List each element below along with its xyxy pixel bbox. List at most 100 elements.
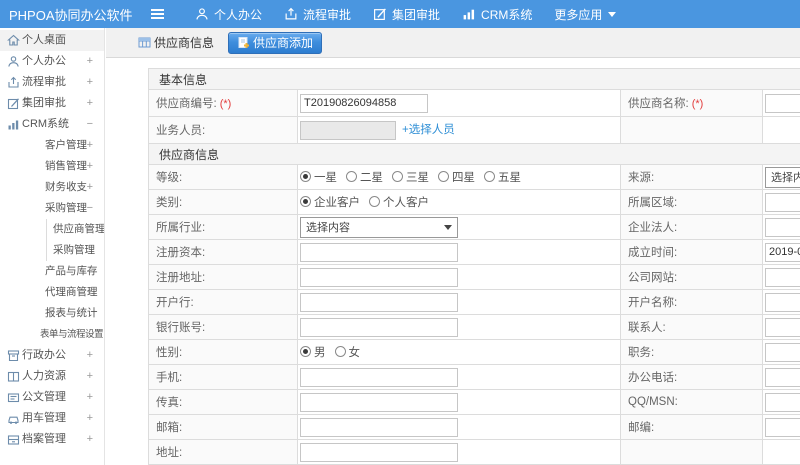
main-content: 供应商信息 供应商添加 基本信息供应商编号:(*)供应商名称:(*)业务人员:+… bbox=[106, 28, 800, 465]
topnav-item-5[interactable]: 更多应用 bbox=[543, 0, 627, 28]
founded-date-input[interactable] bbox=[765, 242, 800, 262]
account-name-input[interactable] bbox=[765, 292, 800, 312]
select-person-link[interactable]: +选择人员 bbox=[402, 124, 455, 136]
company-website-input[interactable] bbox=[765, 267, 800, 287]
radio-icon[interactable] bbox=[300, 171, 311, 183]
supplier-name-input[interactable] bbox=[765, 93, 800, 113]
expand-icon[interactable]: + bbox=[87, 345, 93, 366]
job-title-input[interactable] bbox=[765, 342, 800, 362]
form-row: 类别: 企业客户 个人客户 所属区域: bbox=[148, 189, 800, 215]
sidebar-item-label: 客户管理 bbox=[45, 139, 87, 151]
sidebar-item-客户管理[interactable]: 客户管理 + bbox=[0, 135, 104, 156]
category-option-1[interactable]: 企业客户 bbox=[300, 194, 360, 210]
menu-toggle-button[interactable] bbox=[146, 0, 168, 28]
sidebar-item-代理商管理[interactable]: 代理商管理 + bbox=[0, 282, 104, 303]
gender-option-1[interactable]: 男 bbox=[300, 344, 326, 360]
sidebar-item-个人桌面[interactable]: 个人桌面 bbox=[0, 30, 104, 51]
sidebar-item-产品与库存[interactable]: 产品与库存 + bbox=[0, 261, 104, 282]
fax-input[interactable] bbox=[300, 392, 458, 412]
registered-address-input[interactable] bbox=[300, 267, 458, 287]
sidebar-item-采购管理[interactable]: 采购管理 − bbox=[0, 198, 104, 219]
sidebar-item-流程审批[interactable]: 流程审批 + bbox=[0, 72, 104, 93]
level-option-3[interactable]: 三星 bbox=[392, 169, 429, 185]
mobile-input[interactable] bbox=[300, 367, 458, 387]
collapse-icon[interactable]: − bbox=[87, 198, 93, 219]
sidebar-item-人力资源[interactable]: 人力资源 + bbox=[0, 366, 104, 387]
sidebar-item-档案管理[interactable]: 档案管理 + bbox=[0, 429, 104, 450]
expand-icon[interactable]: + bbox=[87, 429, 93, 450]
business-person-input[interactable] bbox=[300, 120, 396, 140]
topnav-item-4[interactable]: CRM系统 bbox=[451, 0, 543, 28]
sidebar-item-个人办公[interactable]: 个人办公 + bbox=[0, 51, 104, 72]
legal-person-input[interactable] bbox=[765, 217, 800, 237]
registered-capital-input[interactable] bbox=[300, 242, 458, 262]
sidebar-item-公文管理[interactable]: 公文管理 + bbox=[0, 387, 104, 408]
sidebar-item-集团审批[interactable]: 集团审批 + bbox=[0, 93, 104, 114]
bank-branch-input[interactable] bbox=[300, 292, 458, 312]
home-icon bbox=[7, 34, 20, 47]
gender-option-label: 女 bbox=[348, 346, 361, 359]
expand-icon[interactable]: + bbox=[87, 366, 93, 387]
tab-supplier-add[interactable]: 供应商添加 bbox=[228, 31, 323, 54]
sidebar-item-label: 采购管理 bbox=[53, 244, 95, 256]
topnav-item-2[interactable]: 流程审批 bbox=[273, 0, 362, 28]
level-option-label: 五星 bbox=[498, 171, 521, 184]
radio-icon[interactable] bbox=[334, 346, 346, 358]
account-name-label: 开户名称: bbox=[628, 297, 678, 309]
radio-icon[interactable] bbox=[484, 171, 495, 183]
level-option-label: 二星 bbox=[360, 171, 383, 184]
supplier-code-input[interactable] bbox=[300, 93, 428, 113]
collapse-icon[interactable]: − bbox=[87, 114, 93, 135]
region-input[interactable] bbox=[765, 192, 800, 212]
gender-option-2[interactable]: 女 bbox=[334, 344, 361, 360]
contact-person-label-cell: 联系人: bbox=[620, 314, 763, 340]
level-option-4[interactable]: 四星 bbox=[438, 169, 475, 185]
sidebar-item-报表与统计[interactable]: 报表与统计 bbox=[0, 303, 104, 324]
bank-account-input[interactable] bbox=[300, 317, 458, 337]
industry-select[interactable]: 选择内容 bbox=[300, 216, 458, 238]
level-option-5[interactable]: 五星 bbox=[484, 169, 521, 185]
expand-icon[interactable]: + bbox=[87, 408, 93, 429]
topnav-item-1[interactable]: 个人办公 bbox=[184, 0, 273, 28]
expand-icon[interactable]: + bbox=[87, 282, 93, 303]
level-option-1[interactable]: 一星 bbox=[300, 169, 337, 185]
contact-person-input[interactable] bbox=[765, 317, 800, 337]
expand-icon[interactable]: + bbox=[87, 261, 93, 282]
sidebar-item-销售管理[interactable]: 销售管理 + bbox=[0, 156, 104, 177]
office-phone-input[interactable] bbox=[765, 367, 800, 387]
qq-msn-field-cell bbox=[761, 389, 800, 415]
radio-icon[interactable] bbox=[300, 346, 311, 358]
expand-icon[interactable]: + bbox=[87, 135, 93, 156]
radio-icon[interactable] bbox=[392, 171, 403, 183]
radio-icon[interactable] bbox=[346, 171, 357, 183]
postcode-input[interactable] bbox=[765, 417, 800, 437]
level-option-2[interactable]: 二星 bbox=[346, 169, 383, 185]
category-option-2[interactable]: 个人客户 bbox=[369, 194, 429, 210]
expand-icon[interactable]: + bbox=[87, 51, 93, 72]
sidebar-item-供应商管理[interactable]: 供应商管理 bbox=[0, 219, 104, 240]
sidebar-item-行政办公[interactable]: 行政办公 + bbox=[0, 345, 104, 366]
sidebar-item-用车管理[interactable]: 用车管理 + bbox=[0, 408, 104, 429]
topnav-label: 集团审批 bbox=[392, 7, 441, 22]
address-input[interactable] bbox=[300, 442, 458, 462]
topnav-label: 个人办公 bbox=[214, 7, 263, 22]
expand-icon[interactable]: + bbox=[87, 387, 93, 408]
sidebar-item-采购管理[interactable]: 采购管理 bbox=[0, 240, 104, 261]
tab-supplier-info[interactable]: 供应商信息 bbox=[132, 32, 220, 54]
radio-icon[interactable] bbox=[438, 171, 449, 183]
expand-icon[interactable]: + bbox=[87, 72, 93, 93]
qq-msn-input[interactable] bbox=[765, 392, 800, 412]
mobile-label: 手机: bbox=[156, 372, 183, 384]
form-row: 地址: bbox=[148, 439, 800, 465]
sidebar-item-财务收支[interactable]: 财务收支 + bbox=[0, 177, 104, 198]
email-input[interactable] bbox=[300, 417, 458, 437]
topnav-item-3[interactable]: 集团审批 bbox=[362, 0, 451, 28]
sidebar-item-CRM系统[interactable]: CRM系统 − bbox=[0, 114, 104, 135]
radio-icon[interactable] bbox=[300, 196, 311, 208]
expand-icon[interactable]: + bbox=[87, 156, 93, 177]
sidebar-item-表单与流程设置[interactable]: 表单与流程设置+ bbox=[0, 324, 104, 345]
source-select[interactable]: 选择内容 bbox=[765, 166, 800, 188]
radio-icon[interactable] bbox=[369, 196, 380, 208]
expand-icon[interactable]: + bbox=[87, 177, 93, 198]
expand-icon[interactable]: + bbox=[87, 93, 93, 114]
